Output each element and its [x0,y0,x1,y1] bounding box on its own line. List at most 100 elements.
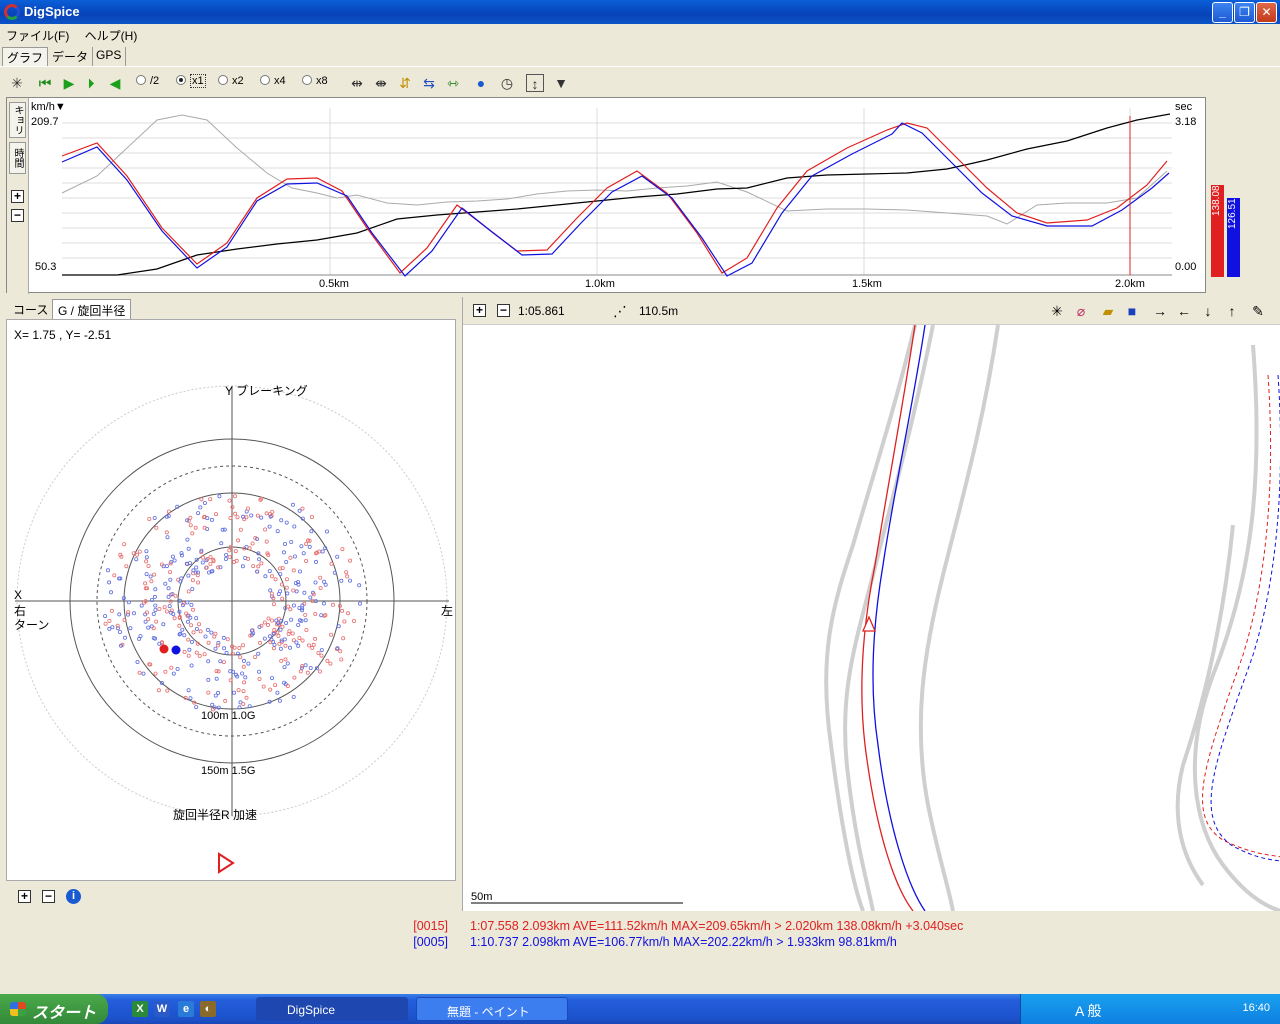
play-icon[interactable]: ▶ [60,74,78,92]
save-marker-icon[interactable]: ⇆ [420,74,438,92]
dropdown-icon[interactable]: ▼ [552,74,570,92]
g-scatter-point [164,609,169,614]
g-scatter-point [223,556,228,561]
g-scatter-point [237,645,242,650]
g-zoom-in-icon[interactable]: + [18,890,31,903]
rewind-icon[interactable]: ⏮ [36,74,54,92]
g-scatter-point [247,546,252,551]
g-circle-canvas[interactable]: X= 1.75 , Y= -2.51 Y ブレーキング X 右 ターン 左 10… [6,319,456,881]
clip-icon[interactable]: ⌀ [1072,302,1090,320]
reset-icon[interactable]: ✳ [8,74,26,92]
clock-icon[interactable]: ◷ [498,74,516,92]
label-accel: 旋回半径R 加速 [173,808,258,822]
speed-x4-radio[interactable]: x4 [260,75,286,87]
tab-course[interactable]: コース [8,299,53,319]
step-forward-icon[interactable]: ⏵ [82,74,100,92]
g-scatter-point [202,652,207,657]
g-scatter-point [267,524,272,529]
speed-x8-radio[interactable]: x8 [302,75,328,87]
arrow-left-icon[interactable]: ← [1175,302,1193,320]
g-scatter-point [338,649,343,654]
minimize-button[interactable]: _ [1212,2,1233,23]
clock[interactable]: 16:40 [1242,1002,1270,1014]
excel-icon[interactable]: X [132,1001,148,1017]
g-scatter-point [221,660,226,665]
g-scatter-point [241,658,246,663]
media-icon[interactable]: ◐ [200,1001,216,1017]
arrow-down-icon[interactable]: ↓ [1199,302,1217,320]
vertical-range-icon[interactable]: ↕ [526,74,544,92]
maximize-button[interactable]: ❐ [1234,2,1255,23]
g-scatter-point [262,636,267,641]
tab-data[interactable]: データ [48,47,94,66]
marker-icon[interactable]: ⇵ [396,74,414,92]
g-scatter-point [282,637,287,642]
globe-icon[interactable]: ● [472,74,490,92]
tab-g-radius[interactable]: G / 旋回半径 [52,299,132,319]
g-scatter-point [297,569,302,574]
speed-x2-radio[interactable]: x2 [218,75,244,87]
g-scatter-point [198,505,203,510]
tab-graph[interactable]: グラフ [2,47,49,66]
g-scatter-point [148,574,153,579]
arrow-right-icon[interactable]: → [1151,302,1169,320]
speed-graph-panel[interactable]: キョリ 時間 + − km/h▼ 209.7 50.3 sec 3.18 0.0… [6,97,1206,294]
g-scatter-point [271,646,276,651]
g-scatter-point [309,529,314,534]
g-scatter-point [200,555,205,560]
task-paint[interactable]: 無題 - ペイント [416,997,568,1021]
map-reset-icon[interactable]: ✳ [1048,302,1066,320]
g-scatter-point [304,558,309,563]
ring-100m-label: 100m 1.0G [201,710,256,722]
g-scatter-point [188,523,193,528]
g-scatter-point [290,631,295,636]
g-scatter-point [165,688,170,693]
word-icon[interactable]: W [154,1001,170,1017]
g-scatter-point [221,635,226,640]
measure-icon[interactable]: ⋰ [611,302,629,320]
g-scatter-point [303,612,308,617]
map-zoom-out-icon[interactable]: − [497,304,510,317]
speed-half-radio[interactable]: /2 [136,75,159,87]
g-scatter-point [189,663,194,668]
g-scatter-point [240,643,245,648]
g-scatter-point [212,634,217,639]
x-tick-0: 0.5km [319,278,349,290]
step-back-icon[interactable]: ◀ [106,74,124,92]
speed-x1-radio[interactable]: x1 [176,74,206,88]
open-folder-icon[interactable]: ▰ [1099,302,1117,320]
g-scatter-point [340,547,345,552]
expand-h-icon[interactable]: ⇹ [348,74,366,92]
ime-indicator[interactable]: A 般 [1075,1001,1101,1021]
g-scatter-point [244,515,249,520]
info-icon[interactable]: i [66,889,81,904]
save-icon[interactable]: ■ [1123,302,1141,320]
g-scatter-point [313,636,318,641]
g-zoom-out-icon[interactable]: − [42,890,55,903]
g-scatter-point [227,548,232,553]
g-scatter-point [166,586,171,591]
lap-summary-red: 1:07.558 2.093km AVE=111.52km/h MAX=209.… [470,919,964,933]
g-scatter-point [288,607,293,612]
menu-file[interactable]: ファイル(F) [0,26,75,45]
arrow-up-icon[interactable]: ↑ [1223,302,1241,320]
g-scatter-point [154,525,159,530]
pencil-icon[interactable]: ✎ [1249,302,1267,320]
shrink-h-icon[interactable]: ⇼ [372,74,390,92]
g-scatter-point [218,659,223,664]
tab-gps[interactable]: GPS [92,47,127,66]
map-zoom-in-icon[interactable]: + [473,304,486,317]
g-scatter-point [222,527,227,532]
g-scatter-point [213,512,218,517]
course-map-pane[interactable]: + − 1:05.861 ⋰ 110.5m ✳ ⌀ ▰ ■ → ← ↓ ↑ ✎ … [462,297,1280,911]
g-scatter-point [357,601,362,606]
g-scatter-point [297,636,302,641]
close-button[interactable]: ✕ [1256,2,1277,23]
start-button[interactable]: スタート [0,994,108,1024]
ie-icon[interactable]: e [178,1001,194,1017]
g-scatter-point [284,577,289,582]
split-icon[interactable]: ⇿ [444,74,462,92]
menu-help[interactable]: ヘルプ(H) [79,26,144,45]
task-digspice[interactable]: DigSpice [256,997,408,1021]
blue-racing-line [872,325,926,911]
